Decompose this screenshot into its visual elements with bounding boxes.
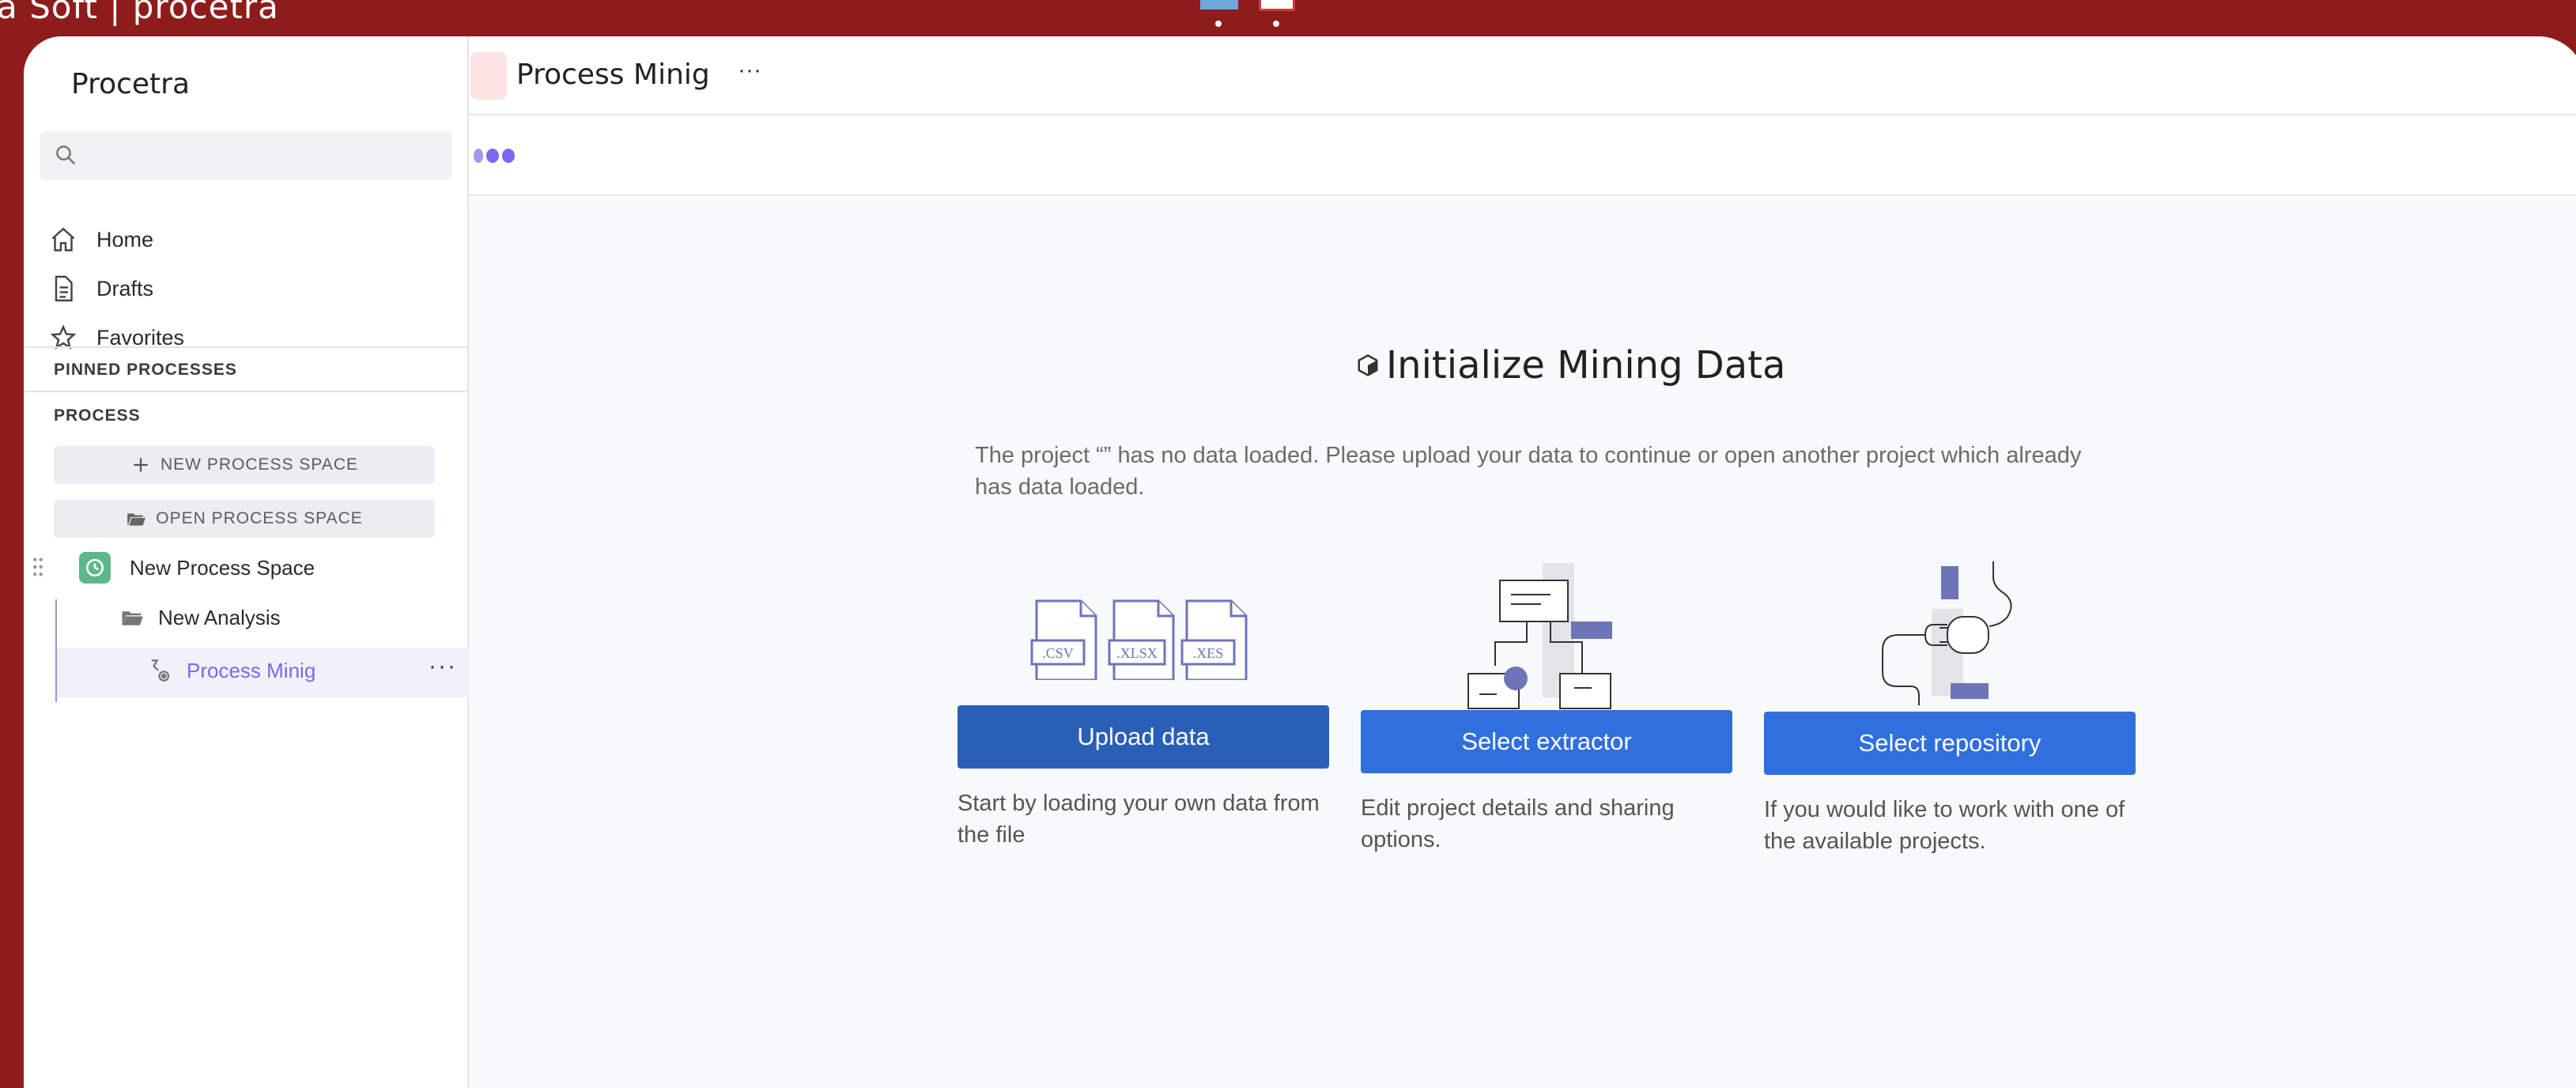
clock-icon (79, 552, 111, 584)
tree-item-process-space[interactable]: New Process Space (79, 552, 315, 584)
nav-home-label: Home (96, 227, 154, 251)
taskbar-indicator (1215, 21, 1222, 27)
tree-item-analysis-label: New Analysis (158, 606, 281, 629)
new-process-space-button[interactable]: NEW PROCESS SPACE (54, 446, 435, 484)
process-heading: PROCESS (54, 406, 141, 425)
file-type-xlsx: .XLSX (1116, 645, 1158, 661)
extractor-card: Select extractor Edit project details an… (1361, 563, 1732, 886)
select-extractor-button[interactable]: Select extractor (1361, 710, 1732, 773)
plus-icon (134, 458, 148, 472)
nav-drafts[interactable]: Drafts (49, 269, 153, 308)
plug-illustration (1882, 561, 2012, 705)
taskbar-app-icon[interactable] (1200, 0, 1238, 9)
taskbar-app-icon-2[interactable] (1259, 0, 1295, 11)
select-repository-button[interactable]: Select repository (1764, 712, 2136, 775)
cube-icon (1358, 354, 1378, 376)
nav-favorites[interactable]: Favorites (49, 318, 184, 357)
tree-item-process-label: Process Minig (187, 658, 316, 682)
search-input[interactable] (40, 131, 452, 180)
drag-handle-icon[interactable] (32, 557, 44, 577)
home-icon (51, 227, 75, 251)
new-process-space-label: NEW PROCESS SPACE (161, 455, 358, 474)
extractor-illustration (1467, 563, 1612, 709)
file-types-illustration: .CSV .XLSX .XES (1030, 599, 1248, 680)
main-content: Initialize Mining Data The project “” ha… (469, 198, 2576, 1088)
sidebar: Procetra Home Drafts Favorites PINNED PR… (24, 36, 469, 1088)
taskbar-indicator-2 (1273, 21, 1279, 27)
header-more-button[interactable]: ··· (738, 57, 761, 84)
divider (24, 391, 469, 392)
open-process-space-label: OPEN PROCESS SPACE (156, 509, 363, 527)
init-title: Initialize Mining Data (1386, 343, 1786, 387)
init-heading: Initialize Mining Data (1356, 343, 1785, 387)
process-more-button[interactable]: ··· (429, 653, 457, 680)
repository-card: Select repository If you would like to w… (1764, 561, 2136, 886)
upload-data-button[interactable]: Upload data (958, 705, 1329, 769)
process-color-swatch (470, 52, 507, 100)
pinned-processes-heading: PINNED PROCESSES (54, 361, 237, 379)
process-gear-icon (151, 659, 170, 682)
init-description: The project “” has no data loaded. Pleas… (975, 443, 2082, 500)
toolbar (469, 117, 2576, 196)
loading-indicator-icon (474, 149, 515, 163)
divider (24, 346, 469, 348)
app-window: Procetra Home Drafts Favorites PINNED PR… (24, 36, 2576, 1088)
file-type-csv: .CSV (1042, 645, 1074, 661)
page-title: Process Minig (516, 59, 710, 91)
tree-item-process[interactable]: Process Minig (147, 656, 315, 685)
nav-home[interactable]: Home (49, 220, 153, 259)
open-process-space-button[interactable]: OPEN PROCESS SPACE (54, 500, 435, 538)
upload-caption: Start by loading your own data from the … (958, 791, 1320, 848)
upload-card: .CSV .XLSX .XES Upload data Start by loa… (958, 569, 1329, 886)
folder-icon (122, 610, 143, 625)
nav-drafts-label: Drafts (96, 276, 154, 300)
document-icon (55, 275, 73, 302)
search-icon (56, 145, 76, 165)
folder-open-icon (127, 513, 146, 526)
window-title: a Soft | procetra (0, 0, 279, 26)
repository-caption: If you would like to work with one of th… (1764, 797, 2125, 854)
tree-item-analysis[interactable]: New Analysis (119, 606, 281, 630)
page-header: Process Minig ··· (469, 36, 2576, 115)
brand-name: Procetra (71, 68, 191, 100)
tree-item-process-space-label: New Process Space (130, 555, 315, 580)
file-type-xes: .XES (1193, 645, 1224, 661)
window-titlebar: a Soft | procetra (0, 0, 2576, 36)
extractor-caption: Edit project details and sharing options… (1361, 795, 1675, 852)
